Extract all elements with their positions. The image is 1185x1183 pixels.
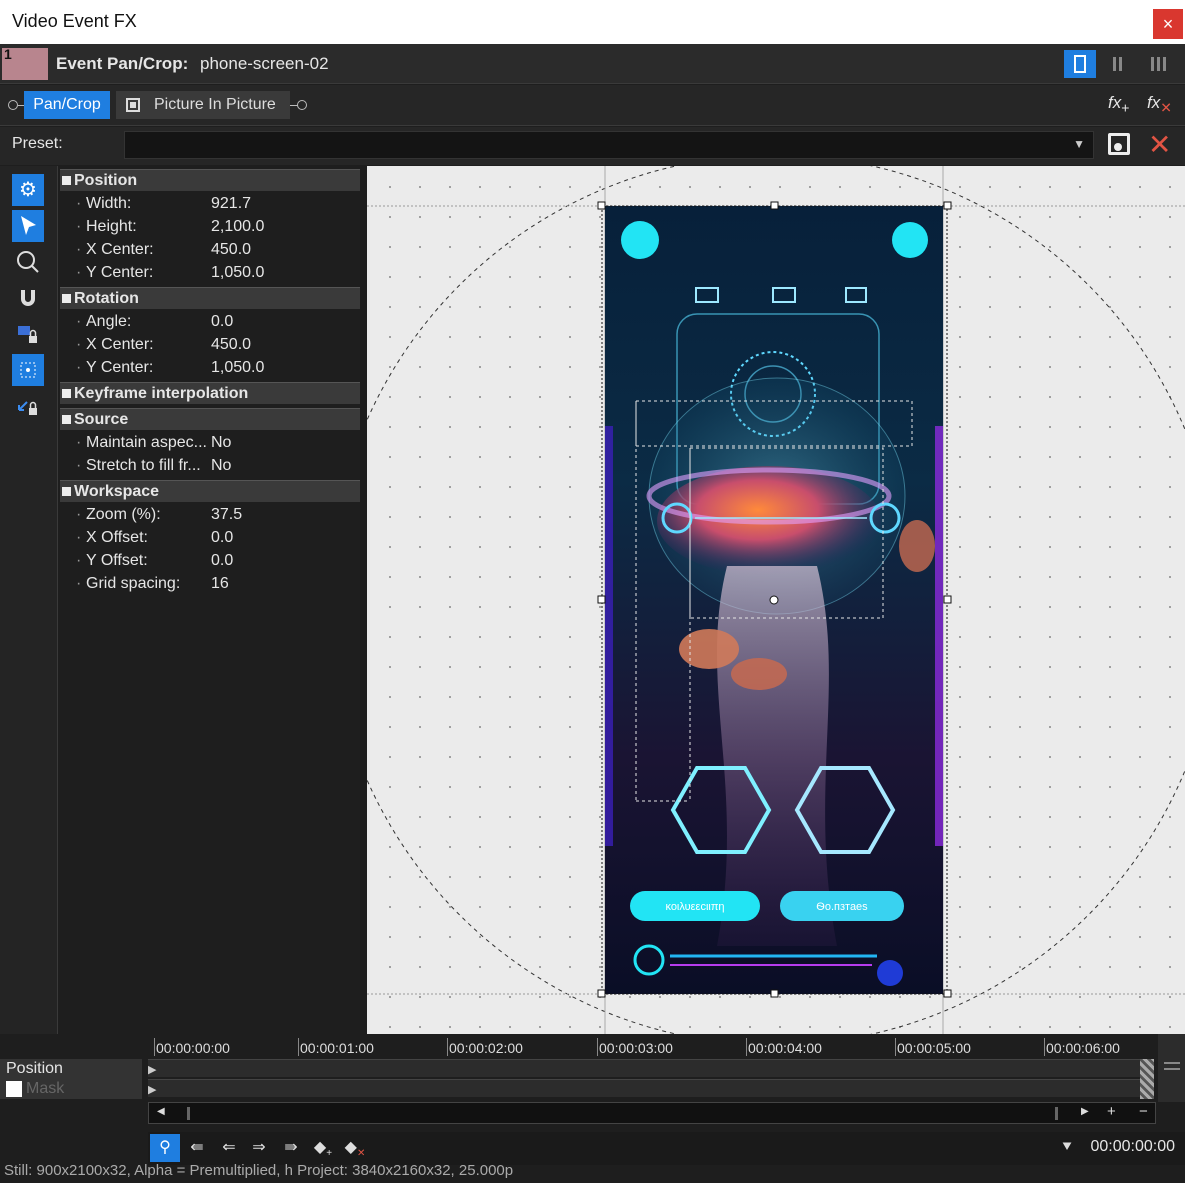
position-keyframe-track[interactable]: ▶ xyxy=(148,1059,1154,1077)
preset-bar: Preset: ▼ ✕ xyxy=(0,127,1185,165)
track-label-mask[interactable]: Mask xyxy=(0,1079,142,1099)
prop-row[interactable]: Width:921.7 xyxy=(60,193,360,216)
lock-aspect-x-icon[interactable] xyxy=(12,318,44,350)
fx-remove-button[interactable]: fx✕ xyxy=(1147,93,1172,116)
three-column-layout-button[interactable] xyxy=(1142,50,1174,78)
preset-label: Preset: xyxy=(12,135,63,152)
mask-keyframe-track[interactable]: ▶ xyxy=(148,1079,1154,1097)
single-layout-button[interactable] xyxy=(1064,50,1096,78)
mask-checkbox[interactable] xyxy=(6,1081,22,1097)
preset-dropdown[interactable]: ▼ xyxy=(124,131,1094,159)
section-source[interactable]: Source xyxy=(60,408,360,430)
mask-label: Mask xyxy=(26,1080,65,1097)
fx-add-button[interactable]: fx+ xyxy=(1108,93,1129,115)
time-tick: 00:00:02:00 xyxy=(447,1038,523,1056)
scroll-right-icon[interactable]: ▶ xyxy=(1081,1106,1089,1117)
prop-row[interactable]: X Center:450.0 xyxy=(60,239,360,262)
fx-remove-label: fx xyxy=(1147,93,1161,112)
picture-in-picture-label: Picture In Picture xyxy=(154,96,276,113)
timeline-scrollbar[interactable]: ◀ ▶ + − xyxy=(148,1102,1156,1124)
prop-row[interactable]: Y Offset:0.0 xyxy=(60,550,360,573)
section-keyframe-interpolation[interactable]: Keyframe interpolation xyxy=(60,382,360,404)
canvas-overlay: κοιλυεεсιιπη Ѳо.пзтаеs xyxy=(367,166,1185,1034)
dropdown-arrow-icon: ▼ xyxy=(1073,137,1085,151)
prop-row[interactable]: Grid spacing:16 xyxy=(60,573,360,596)
time-tick: 00:00:06:00 xyxy=(1044,1038,1120,1056)
fx-chain-bar: Pan/Crop Picture In Picture fx+ fx✕ xyxy=(0,85,1185,126)
time-ruler[interactable]: 00:00:00:00 00:00:01:00 00:00:02:00 00:0… xyxy=(148,1034,1156,1058)
window-titlebar: Video Event FX × xyxy=(0,0,1185,44)
select-arrow-icon[interactable] xyxy=(12,210,44,242)
header-event-name: phone-screen-02 xyxy=(200,54,329,73)
keyframe-marker-icon[interactable]: ▶ xyxy=(148,1083,156,1096)
scale-lock-icon[interactable] xyxy=(12,390,44,422)
time-tick: 00:00:04:00 xyxy=(746,1038,822,1056)
status-bar: Still: 900x2100x32, Alpha = Premultiplie… xyxy=(4,1162,514,1179)
remove-x-icon: ✕ xyxy=(1160,99,1172,116)
zoom-out-button[interactable]: − xyxy=(1139,1103,1148,1120)
snap-magnet-icon[interactable] xyxy=(12,282,44,314)
prop-row[interactable]: Maintain aspec...No xyxy=(60,432,360,455)
event-thumbnail: 1 xyxy=(2,46,48,80)
settings-gear-icon[interactable]: ⚙ xyxy=(12,174,44,206)
zoom-in-button[interactable]: + xyxy=(1107,1103,1116,1120)
header-label: Event Pan/Crop: xyxy=(56,54,189,73)
section-position[interactable]: Position xyxy=(60,169,360,191)
chain-start-node xyxy=(8,100,18,110)
delete-preset-icon[interactable]: ✕ xyxy=(1148,128,1171,161)
close-button[interactable]: × xyxy=(1153,9,1183,39)
zoom-magnifier-icon[interactable] xyxy=(12,246,44,278)
prop-row[interactable]: X Offset:0.0 xyxy=(60,527,360,550)
track-end-hatch xyxy=(1140,1059,1154,1099)
time-tick: 00:00:01:00 xyxy=(298,1038,374,1056)
pan-crop-canvas[interactable]: κοιλυεεсιιπη Ѳо.пзтаеs xyxy=(367,166,1185,1034)
prop-row[interactable]: X Center:450.0 xyxy=(60,334,360,357)
prop-row[interactable]: Height:2,100.0 xyxy=(60,216,360,239)
picture-in-picture-icon xyxy=(126,98,140,112)
thumbnail-number: 1 xyxy=(4,46,12,62)
center-target-icon[interactable] xyxy=(12,354,44,386)
section-rotation[interactable]: Rotation xyxy=(60,287,360,309)
tool-column: ⚙ xyxy=(0,166,58,1034)
picture-in-picture-tab[interactable]: Picture In Picture xyxy=(116,91,290,119)
time-tick: 00:00:05:00 xyxy=(895,1038,971,1056)
track-splitter[interactable] xyxy=(1158,1034,1185,1102)
scroll-left-icon[interactable]: ◀ xyxy=(157,1106,165,1117)
save-preset-icon[interactable] xyxy=(1108,133,1130,155)
prop-row[interactable]: Stretch to fill fr...No xyxy=(60,455,360,478)
phone-button-left-label: κοιλυεεсιιπη xyxy=(665,901,724,913)
section-workspace[interactable]: Workspace xyxy=(60,480,360,502)
properties-panel: Position Width:921.7 Height:2,100.0 X Ce… xyxy=(60,166,360,1034)
pan-crop-tab[interactable]: Pan/Crop xyxy=(24,91,110,119)
plus-icon: + xyxy=(1121,99,1130,116)
prop-row[interactable]: Y Center:1,050.0 xyxy=(60,357,360,380)
time-tick: 00:00:03:00 xyxy=(597,1038,673,1056)
phone-button-right-label: Ѳо.пзтаеs xyxy=(816,901,868,913)
event-header: 1 Event Pan/Crop: phone-screen-02 xyxy=(0,44,1185,84)
window-title: Video Event FX xyxy=(12,11,137,31)
prop-row[interactable]: Zoom (%):37.5 xyxy=(60,504,360,527)
fx-add-label: fx xyxy=(1108,93,1122,112)
time-tick: 00:00:00:00 xyxy=(154,1038,230,1056)
chain-end-node xyxy=(297,100,307,110)
keyframe-marker-icon[interactable]: ▶ xyxy=(148,1063,156,1076)
track-label-position[interactable]: Position xyxy=(0,1059,142,1079)
two-column-layout-button[interactable] xyxy=(1102,50,1134,78)
prop-row[interactable]: Y Center:1,050.0 xyxy=(60,262,360,285)
prop-row[interactable]: Angle:0.0 xyxy=(60,311,360,334)
